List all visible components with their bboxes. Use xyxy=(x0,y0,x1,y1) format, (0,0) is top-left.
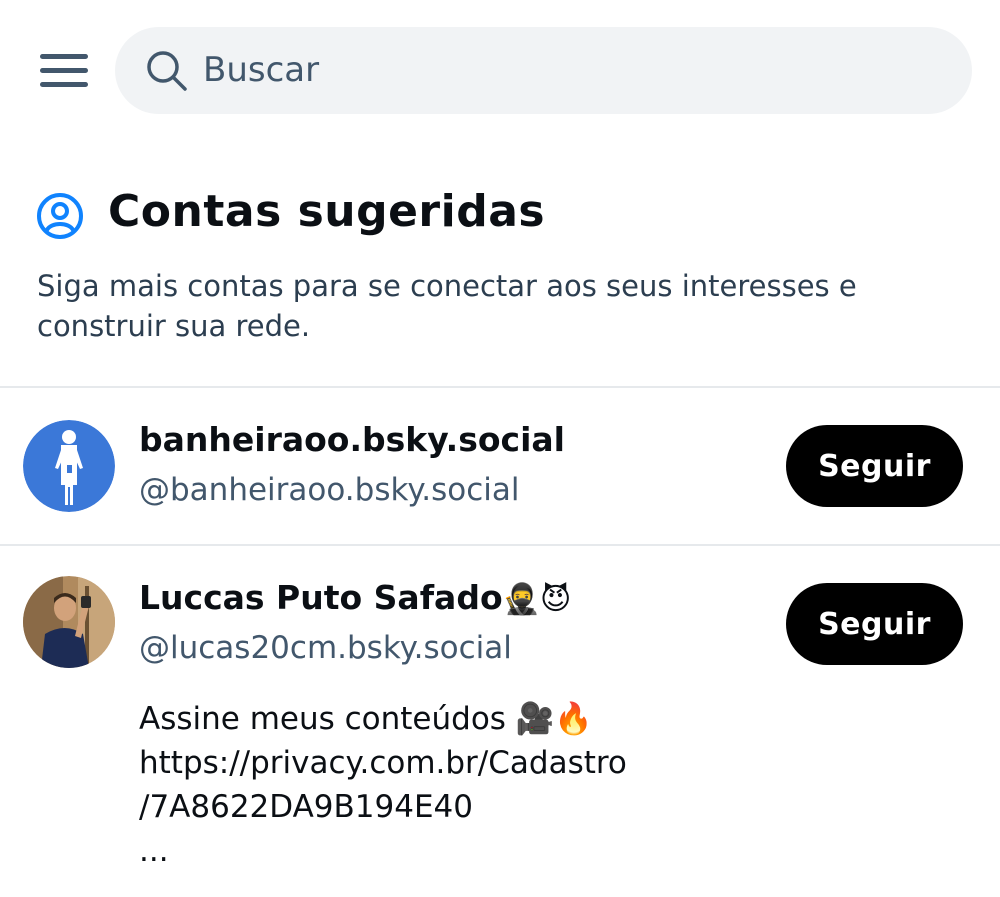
avatar[interactable] xyxy=(23,420,115,512)
hamburger-icon-line xyxy=(40,54,88,59)
section-description: Siga mais contas para se conectar aos se… xyxy=(37,269,857,343)
handle: @lucas20cm.bsky.social xyxy=(139,630,512,666)
avatar-image xyxy=(23,420,115,512)
menu-button[interactable] xyxy=(40,54,90,90)
avatar[interactable] xyxy=(23,576,115,668)
search-icon xyxy=(147,51,187,91)
follow-button[interactable]: Seguir xyxy=(786,583,963,665)
bio-ellipsis: ... xyxy=(139,833,169,869)
search-input[interactable] xyxy=(203,45,923,95)
name-emojis: 🥷😈 xyxy=(502,582,572,617)
bio-line: Assine meus conteúdos 🎥🔥 xyxy=(139,701,593,737)
hamburger-icon-line xyxy=(40,68,88,73)
search-bar[interactable] xyxy=(115,27,972,114)
display-name: banheiraoo.bsky.social xyxy=(139,420,565,459)
avatar-image xyxy=(23,576,115,668)
follow-button[interactable]: Seguir xyxy=(786,425,963,507)
top-bar xyxy=(0,0,1000,140)
display-name: Luccas Puto Safado🥷😈 xyxy=(139,578,571,617)
bio-link[interactable]: /7A8622DA9B194E40 xyxy=(139,785,627,829)
bio-link[interactable]: https://privacy.com.br/Cadastro xyxy=(139,741,627,785)
user-circle-icon xyxy=(37,193,83,239)
handle: @banheiraoo.bsky.social xyxy=(139,472,520,508)
account-bio: Assine meus conteúdos 🎥🔥 https://privacy… xyxy=(139,697,627,873)
hamburger-icon-line xyxy=(40,82,88,87)
display-name-text: Luccas Puto Safado xyxy=(139,578,503,617)
section-title: Contas sugeridas xyxy=(108,186,546,237)
account-card[interactable]: banheiraoo.bsky.social @banheiraoo.bsky.… xyxy=(0,388,1000,544)
